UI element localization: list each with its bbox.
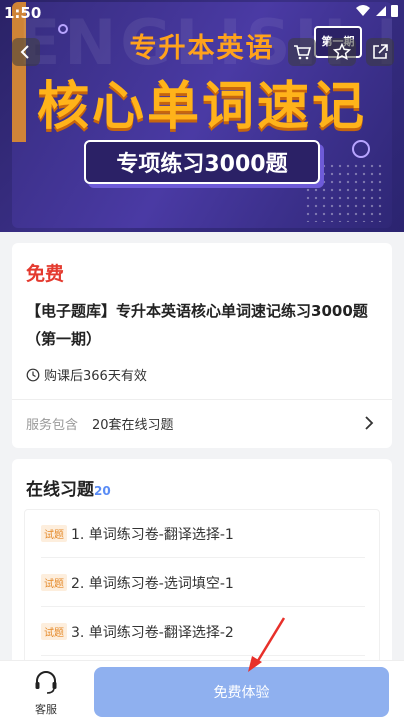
cart-button[interactable] xyxy=(288,38,316,66)
validity-row: 购课后366天有效 xyxy=(26,365,147,384)
customer-service-button[interactable]: 客服 xyxy=(20,669,72,717)
share-button[interactable] xyxy=(366,38,394,66)
exercise-text: 3. 单词练习卷-翻译选择-2 xyxy=(71,624,234,641)
clock-icon xyxy=(26,368,40,381)
banner-circle xyxy=(352,140,370,158)
exercise-tag: 试题 xyxy=(41,623,67,640)
headset-icon xyxy=(35,671,57,694)
exercises-title: 在线习题20 xyxy=(26,475,111,500)
exercises-title-text: 在线习题 xyxy=(26,480,94,500)
price-label: 免费 xyxy=(26,263,65,285)
banner-subtitle: 专项练习3000题 xyxy=(84,140,320,184)
exercises-card: 在线习题20 试题 1. 单词练习卷-翻译选择-1 试题 2. 单词练习卷-选词… xyxy=(12,459,392,689)
exercise-tag: 试题 xyxy=(41,574,67,591)
status-icons xyxy=(354,4,400,22)
status-time: 1:50 xyxy=(4,4,42,22)
favorite-button[interactable] xyxy=(328,38,356,66)
service-row[interactable]: 服务包含 20套在线习题 xyxy=(12,401,392,445)
exercise-text: 2. 单词练习卷-选词填空-1 xyxy=(71,575,234,592)
exercise-item[interactable]: 试题 2. 单词练习卷-选词填空-1 xyxy=(41,559,365,607)
divider xyxy=(12,399,392,400)
product-title: 【电子题库】专升本英语核心单词速记练习3000题（第一期） xyxy=(26,302,368,348)
exercises-count: 20 xyxy=(94,484,111,498)
product-banner: ENGLISH ENGLISH ENGLISH 1:50 专升本英语 核心单词速… xyxy=(0,0,404,232)
star-icon xyxy=(333,43,351,61)
exercise-item[interactable]: 试题 1. 单词练习卷-翻译选择-1 xyxy=(41,510,365,558)
bottom-action-bar: 客服 免费体验 xyxy=(0,660,404,720)
service-label: 服务包含 xyxy=(26,417,79,433)
share-icon xyxy=(373,44,388,59)
validity-text: 购课后366天有效 xyxy=(44,369,147,384)
product-info-card: 免费 【电子题库】专升本英语核心单词速记练习3000题（第一期） 购课后366天… xyxy=(12,243,392,448)
exercise-text: 1. 单词练习卷-翻译选择-1 xyxy=(71,526,234,543)
exercise-item[interactable]: 试题 3. 单词练习卷-翻译选择-2 xyxy=(41,608,365,656)
exercise-tag: 试题 xyxy=(41,525,67,542)
service-value: 20套在线习题 xyxy=(92,417,174,433)
cart-icon xyxy=(294,45,311,60)
banner-title-line2: 核心单词速记 xyxy=(36,77,367,137)
free-trial-button[interactable]: 免费体验 xyxy=(94,667,389,717)
chevron-left-icon xyxy=(20,45,29,59)
customer-service-label: 客服 xyxy=(35,703,57,716)
annotation-arrow-icon xyxy=(248,617,286,672)
back-button[interactable] xyxy=(12,38,40,66)
chevron-right-icon xyxy=(365,416,374,430)
wifi-battery-icon xyxy=(356,5,398,17)
